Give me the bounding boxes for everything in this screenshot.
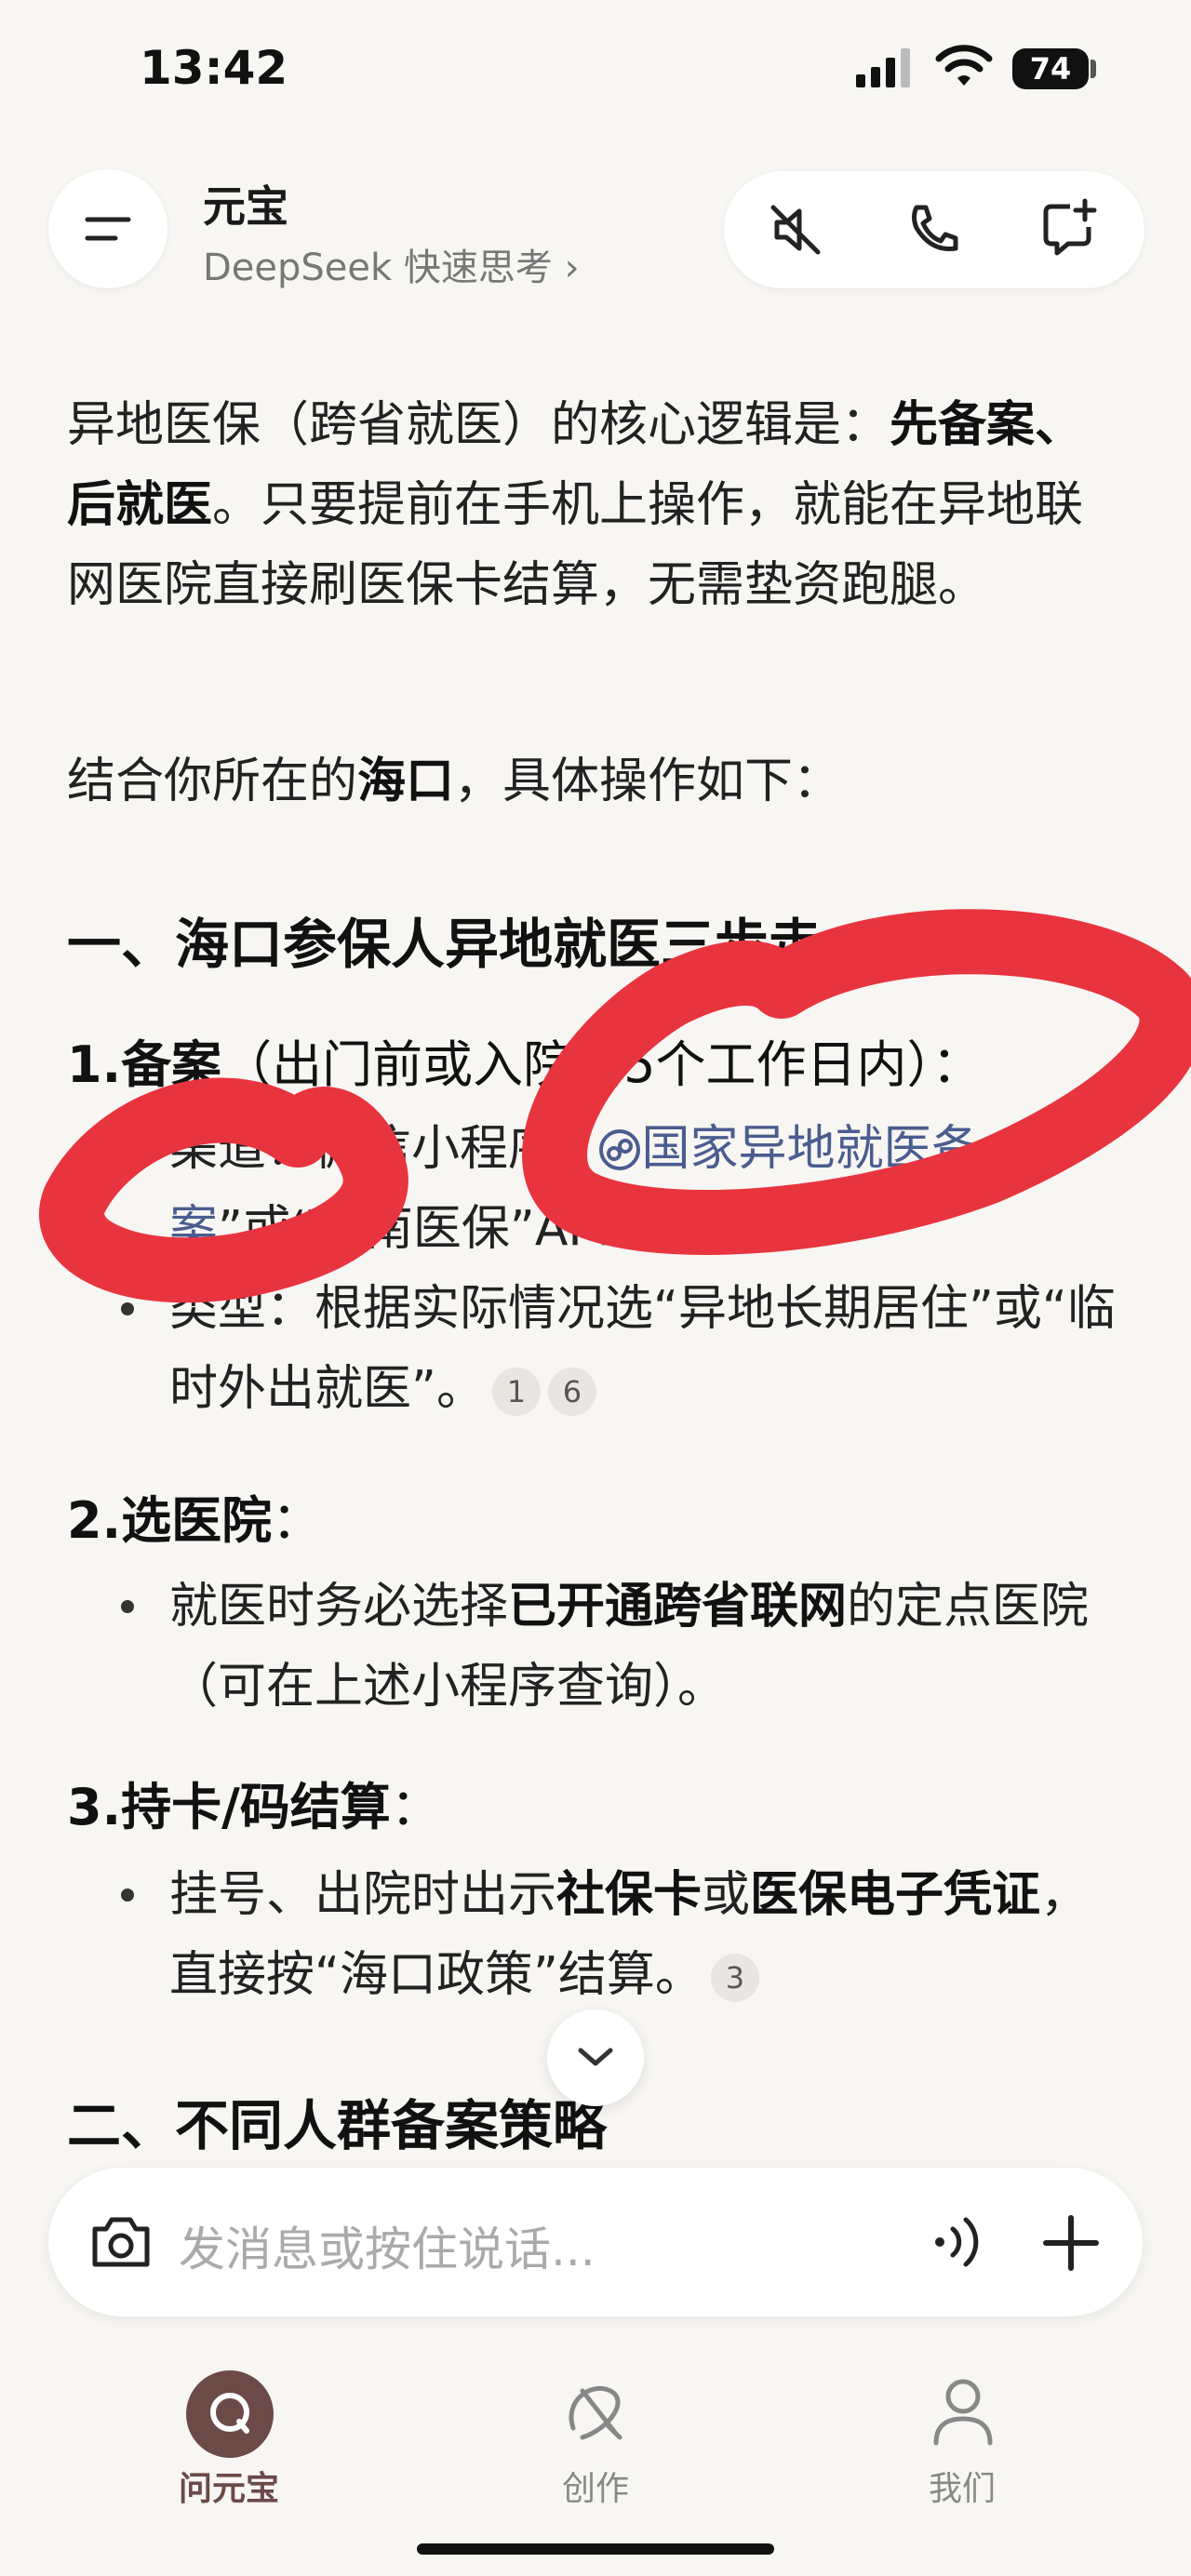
message-input-placeholder[interactable]: 发消息或按住说话... <box>179 2212 596 2279</box>
home-indicator <box>417 2543 774 2555</box>
new-chat-icon[interactable] <box>1038 197 1104 262</box>
header-actions <box>724 171 1144 288</box>
cellular-signal-icon <box>856 48 914 87</box>
citation-badge[interactable]: 3 <box>710 1954 759 2002</box>
bullet-dot <box>121 1600 134 1613</box>
app-title: 元宝 <box>203 181 288 232</box>
speaker-muted-icon[interactable] <box>763 197 828 262</box>
battery-indicator: 74 <box>1012 48 1089 89</box>
tab-ask-icon[interactable] <box>186 2370 274 2458</box>
voice-input-icon[interactable] <box>930 2212 986 2272</box>
section2-heading: 二、不同人群备案策略 <box>67 2094 608 2157</box>
step2-bullet: 就医时务必选择已开通跨省联网的定点医院（可在上述小程序查询）。 <box>169 1579 1090 1715</box>
step3-bullet: 挂号、出院时出示社保卡或医保电子凭证，直接按“海口政策”结算。 3 <box>169 1867 1090 2003</box>
step2-heading: 2.选医院： <box>67 1491 323 1550</box>
red-annotation-marks <box>39 909 1191 1303</box>
status-time: 13:42 <box>140 41 288 95</box>
tab-create-label[interactable]: 创作 <box>562 2462 629 2510</box>
battery-tip <box>1091 60 1096 78</box>
phone-call-icon[interactable] <box>901 197 966 262</box>
create-icon[interactable] <box>555 2372 638 2450</box>
bullet-dot <box>121 1889 134 1902</box>
context-paragraph: 结合你所在的海口，具体操作如下： <box>67 754 842 809</box>
camera-icon[interactable] <box>89 2214 153 2270</box>
profile-icon[interactable] <box>930 2374 996 2449</box>
wifi-icon <box>935 45 993 89</box>
scroll-down-button[interactable] <box>547 2009 644 2106</box>
menu-icon <box>85 217 131 241</box>
intro-paragraph: 异地医保（跨省就医）的核心逻辑是：先备案、后就医。只要提前在手机上操作，就能在异… <box>67 397 1084 613</box>
step3-heading: 3.持卡/码结算： <box>67 1778 441 1836</box>
model-selector[interactable]: DeepSeek 快速思考 › <box>203 237 580 291</box>
add-attachment-icon[interactable] <box>1042 2214 1100 2272</box>
menu-button[interactable] <box>48 169 167 288</box>
tab-profile-label[interactable]: 我们 <box>929 2462 996 2510</box>
tab-ask-label[interactable]: 问元宝 <box>179 2462 279 2510</box>
chevron-down-icon <box>578 2048 613 2066</box>
